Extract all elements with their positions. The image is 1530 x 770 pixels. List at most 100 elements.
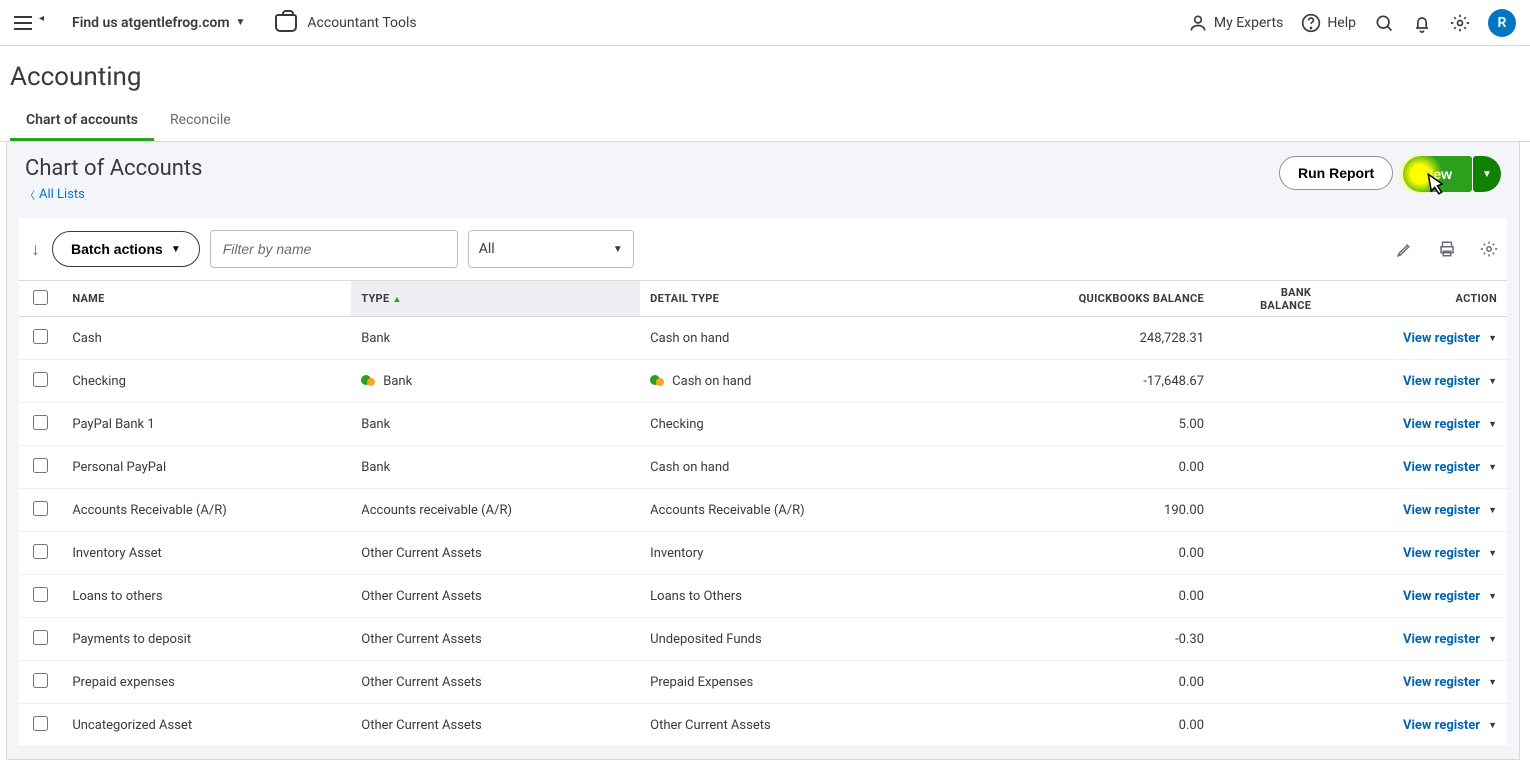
filter-by-name-input[interactable]	[210, 230, 458, 268]
cell-type: Other Current Assets	[351, 532, 640, 575]
print-icon[interactable]	[1437, 239, 1457, 259]
cell-bank-balance	[1218, 317, 1321, 360]
row-checkbox[interactable]	[33, 630, 48, 645]
all-lists-label: All Lists	[39, 187, 85, 202]
person-icon	[1188, 13, 1208, 33]
top-navbar: Find us at gentlefrog.com ▼ Accountant T…	[0, 0, 1530, 46]
all-lists-link[interactable]: 〈 All Lists	[25, 187, 1279, 202]
view-register-action[interactable]: View register▼	[1403, 718, 1497, 733]
cell-qb-balance: 0.00	[929, 704, 1218, 747]
accountant-tools-label: Accountant Tools	[307, 15, 416, 31]
view-register-action[interactable]: View register▼	[1403, 632, 1497, 647]
row-checkbox[interactable]	[33, 716, 48, 731]
cell-bank-balance	[1218, 360, 1321, 403]
help-label: Help	[1327, 15, 1356, 31]
view-register-action[interactable]: View register ▼	[1403, 589, 1497, 604]
view-register-action[interactable]: View register ▼	[1403, 417, 1497, 432]
cell-bank-balance	[1218, 661, 1321, 704]
chevron-down-icon[interactable]: ▼	[1488, 462, 1497, 473]
cell-detail: Other Current Assets	[640, 704, 929, 747]
chevron-down-icon[interactable]: ▼	[1488, 505, 1497, 516]
help-button[interactable]: Help	[1301, 13, 1356, 33]
edit-icon[interactable]	[1395, 239, 1415, 259]
chevron-down-icon[interactable]: ▼	[1488, 548, 1497, 559]
new-button-dropdown[interactable]: ▼	[1473, 156, 1501, 192]
view-register-action[interactable]: View register▼	[1403, 460, 1497, 475]
column-header-checkbox[interactable]	[19, 281, 62, 317]
sort-asc-icon: ▲	[392, 295, 401, 305]
table-row: Payments to depositOther Current AssetsU…	[19, 618, 1507, 661]
row-checkbox[interactable]	[33, 587, 48, 602]
chevron-down-icon[interactable]: ▼	[1488, 376, 1497, 387]
chevron-down-icon[interactable]: ▼	[1488, 677, 1497, 688]
row-checkbox[interactable]	[33, 673, 48, 688]
row-checkbox[interactable]	[33, 501, 48, 516]
nav-toggle-icon[interactable]	[14, 11, 38, 35]
view-register-action[interactable]: View register ▼	[1403, 546, 1497, 561]
cell-detail: Cash on hand	[640, 446, 929, 489]
accountant-tools-button[interactable]: Accountant Tools	[275, 14, 416, 32]
company-name-domain: gentlefrog.com	[133, 15, 229, 31]
table-row: PayPal Bank 1BankChecking5.00View regist…	[19, 403, 1507, 446]
collapse-sort-icon[interactable]: ↓	[31, 239, 40, 260]
page-title: Accounting	[0, 46, 1530, 100]
table-row: CheckingBankCash on hand-17,648.67View r…	[19, 360, 1507, 403]
chevron-down-icon[interactable]: ▼	[1488, 333, 1497, 344]
view-register-label: View register	[1403, 417, 1480, 432]
column-header-type[interactable]: TYPE▲	[351, 281, 640, 317]
view-register-label: View register	[1403, 589, 1480, 604]
batch-actions-button[interactable]: Batch actions ▼	[52, 231, 200, 267]
view-register-action[interactable]: View register▼	[1403, 331, 1497, 346]
chevron-down-icon[interactable]: ▼	[1488, 591, 1497, 602]
row-checkbox[interactable]	[33, 458, 48, 473]
view-register-action[interactable]: View register▼	[1403, 503, 1497, 518]
notifications-icon[interactable]	[1412, 13, 1432, 33]
cell-bank-balance	[1218, 618, 1321, 661]
cell-type: Bank	[351, 446, 640, 489]
tab-chart-of-accounts[interactable]: Chart of accounts	[10, 100, 154, 141]
cell-detail: Cash on hand	[640, 317, 929, 360]
column-header-name[interactable]: NAME	[62, 281, 351, 317]
table-row: Loans to othersOther Current AssetsLoans…	[19, 575, 1507, 618]
company-selector[interactable]: Find us at gentlefrog.com ▼	[72, 15, 245, 31]
search-icon[interactable]	[1374, 13, 1394, 33]
chevron-down-icon[interactable]: ▼	[1488, 634, 1497, 645]
new-button[interactable]: New	[1403, 156, 1472, 192]
chevron-down-icon[interactable]: ▼	[1488, 720, 1497, 731]
row-checkbox[interactable]	[33, 415, 48, 430]
view-register-action[interactable]: View register ▼	[1403, 675, 1497, 690]
tab-reconcile[interactable]: Reconcile	[154, 100, 247, 141]
run-report-button[interactable]: Run Report	[1279, 156, 1393, 190]
cell-name: Loans to others	[62, 575, 351, 618]
accounts-table: NAME TYPE▲ DETAIL TYPE QUICKBOOKS BALANC…	[19, 280, 1507, 747]
my-experts-button[interactable]: My Experts	[1188, 13, 1283, 33]
table-row: Uncategorized AssetOther Current AssetsO…	[19, 704, 1507, 747]
column-header-bank-balance[interactable]: BANK BALANCE	[1218, 281, 1321, 317]
cell-type: Other Current Assets	[351, 661, 640, 704]
row-checkbox[interactable]	[33, 329, 48, 344]
select-all-checkbox[interactable]	[33, 290, 48, 305]
qb-link-icon	[361, 375, 377, 387]
row-checkbox[interactable]	[33, 544, 48, 559]
view-register-label: View register	[1403, 546, 1480, 561]
user-avatar[interactable]: R	[1488, 9, 1516, 37]
chevron-down-icon[interactable]: ▼	[1488, 419, 1497, 430]
cell-qb-balance: 0.00	[929, 446, 1218, 489]
chevron-down-icon: ▼	[171, 244, 181, 255]
type-filter-select[interactable]: All ▼	[468, 230, 634, 268]
table-settings-icon[interactable]	[1479, 239, 1499, 259]
settings-icon[interactable]	[1450, 13, 1470, 33]
cell-name: Accounts Receivable (A/R)	[62, 489, 351, 532]
column-header-qb-balance[interactable]: QUICKBOOKS BALANCE	[929, 281, 1218, 317]
cell-qb-balance: 0.00	[929, 532, 1218, 575]
column-header-detail-type[interactable]: DETAIL TYPE	[640, 281, 929, 317]
row-checkbox[interactable]	[33, 372, 48, 387]
tabs-nav: Chart of accounts Reconcile	[0, 100, 1530, 142]
table-row: Prepaid expensesOther Current AssetsPrep…	[19, 661, 1507, 704]
my-experts-label: My Experts	[1214, 15, 1283, 31]
cell-name: Inventory Asset	[62, 532, 351, 575]
view-register-action[interactable]: View register▼	[1403, 374, 1497, 389]
view-register-label: View register	[1403, 675, 1480, 690]
cell-bank-balance	[1218, 575, 1321, 618]
cell-name: Checking	[62, 360, 351, 403]
